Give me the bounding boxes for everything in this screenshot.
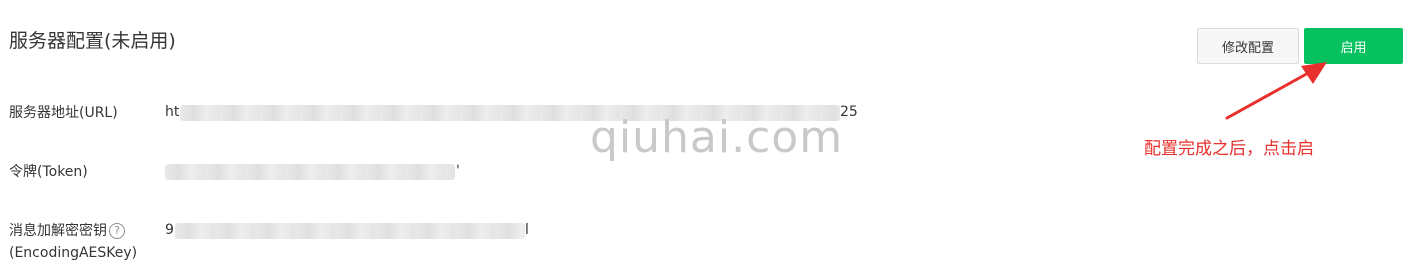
aes-value-redacted [175,223,525,239]
aes-value-start: 9 [165,222,174,238]
aes-value-end: l [525,222,529,238]
annotation-text: 配置完成之后，点击启 [1144,139,1314,159]
token-value-redacted [165,164,455,180]
page-title: 服务器配置(未启用) [9,30,176,52]
aes-label-sub: (EncodingAESKey) [9,245,138,261]
question-circle-icon[interactable]: ? [109,223,125,239]
aes-label: 消息加解密密钥? [9,220,125,242]
url-value-start: ht [165,104,180,120]
token-label: 令牌(Token) [9,164,88,180]
aes-label-text: 消息加解密密钥 [9,223,107,239]
watermark: qiuhai.com [590,112,844,163]
url-label: 服务器地址(URL) [9,105,118,121]
red-annotation-arrow [1225,62,1327,120]
token-value-end: ' [456,163,460,179]
